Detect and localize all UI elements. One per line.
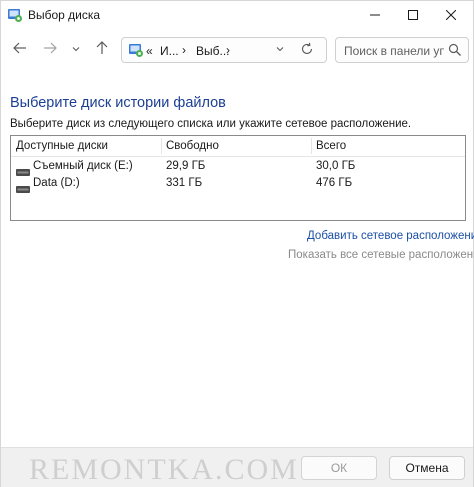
forward-button[interactable] xyxy=(39,39,61,61)
ok-button[interactable]: ОК xyxy=(301,456,377,480)
title-bar: Выбор диска xyxy=(1,1,473,29)
page-title: Выберите диск истории файлов xyxy=(10,95,226,111)
recent-locations-button[interactable] xyxy=(65,39,87,61)
address-segment[interactable]: Выб... xyxy=(196,44,230,58)
arrow-up-icon xyxy=(95,40,109,60)
table-row[interactable]: Съемный диск (E:) 29,9 ГБ 30,0 ГБ xyxy=(11,158,465,176)
minimize-icon xyxy=(370,10,380,20)
chevron-down-icon xyxy=(71,41,81,59)
address-separator[interactable]: › xyxy=(226,43,230,57)
hard-drive-icon xyxy=(16,180,30,193)
control-panel-icon xyxy=(128,42,144,58)
watermark: REMONTKA.COM xyxy=(29,453,299,486)
maximize-icon xyxy=(408,10,418,20)
drive-free: 29,9 ГБ xyxy=(166,160,206,172)
navigation-bar: « И... › Выб... › Поиск в панели уп... xyxy=(1,33,473,69)
search-input[interactable]: Поиск в панели уп... xyxy=(335,37,469,63)
show-network-locations-link[interactable]: Показать все сетевые расположения xyxy=(288,249,474,261)
column-header-total[interactable]: Всего xyxy=(316,140,346,152)
drive-name: Съемный диск (E:) xyxy=(33,160,133,172)
add-network-location-link[interactable]: Добавить сетевое расположение xyxy=(307,230,474,242)
refresh-button[interactable] xyxy=(298,42,316,60)
removable-drive-icon xyxy=(16,163,30,176)
drive-selection-window: Выбор диска « И... › Выб... › Поиск в па… xyxy=(0,0,474,487)
drive-total: 476 ГБ xyxy=(316,177,353,189)
cancel-button[interactable]: Отмена xyxy=(389,456,465,480)
close-button[interactable] xyxy=(429,1,473,29)
search-placeholder: Поиск в панели уп... xyxy=(344,44,444,58)
close-icon xyxy=(446,10,456,20)
refresh-icon xyxy=(300,42,314,61)
instruction-text: Выберите диск из следующего списка или у… xyxy=(10,118,412,130)
arrow-left-icon xyxy=(13,41,27,60)
back-button[interactable] xyxy=(9,39,31,61)
control-panel-icon xyxy=(7,7,23,23)
address-separator[interactable]: › xyxy=(182,43,186,57)
column-header-drives[interactable]: Доступные диски xyxy=(16,140,108,152)
column-divider[interactable] xyxy=(161,138,162,154)
address-overflow-button[interactable]: « xyxy=(146,44,153,58)
search-icon[interactable] xyxy=(448,43,462,57)
address-dropdown-button[interactable] xyxy=(272,42,288,58)
drive-total: 30,0 ГБ xyxy=(316,160,356,172)
drive-list[interactable]: Доступные диски Свободно Всего Съемный д… xyxy=(10,135,466,221)
drive-name: Data (D:) xyxy=(33,177,80,189)
column-divider[interactable] xyxy=(311,138,312,154)
address-segment[interactable]: И... xyxy=(160,44,179,58)
list-header: Доступные диски Свободно Всего xyxy=(11,136,465,157)
up-button[interactable] xyxy=(91,39,113,61)
drive-free: 331 ГБ xyxy=(166,177,203,189)
arrow-right-icon xyxy=(43,41,57,60)
chevron-down-icon xyxy=(275,41,285,59)
address-bar[interactable]: « И... › Выб... › xyxy=(121,37,327,63)
window-title: Выбор диска xyxy=(28,8,101,22)
table-row[interactable]: Data (D:) 331 ГБ 476 ГБ xyxy=(11,175,465,193)
column-header-free[interactable]: Свободно xyxy=(166,140,219,152)
